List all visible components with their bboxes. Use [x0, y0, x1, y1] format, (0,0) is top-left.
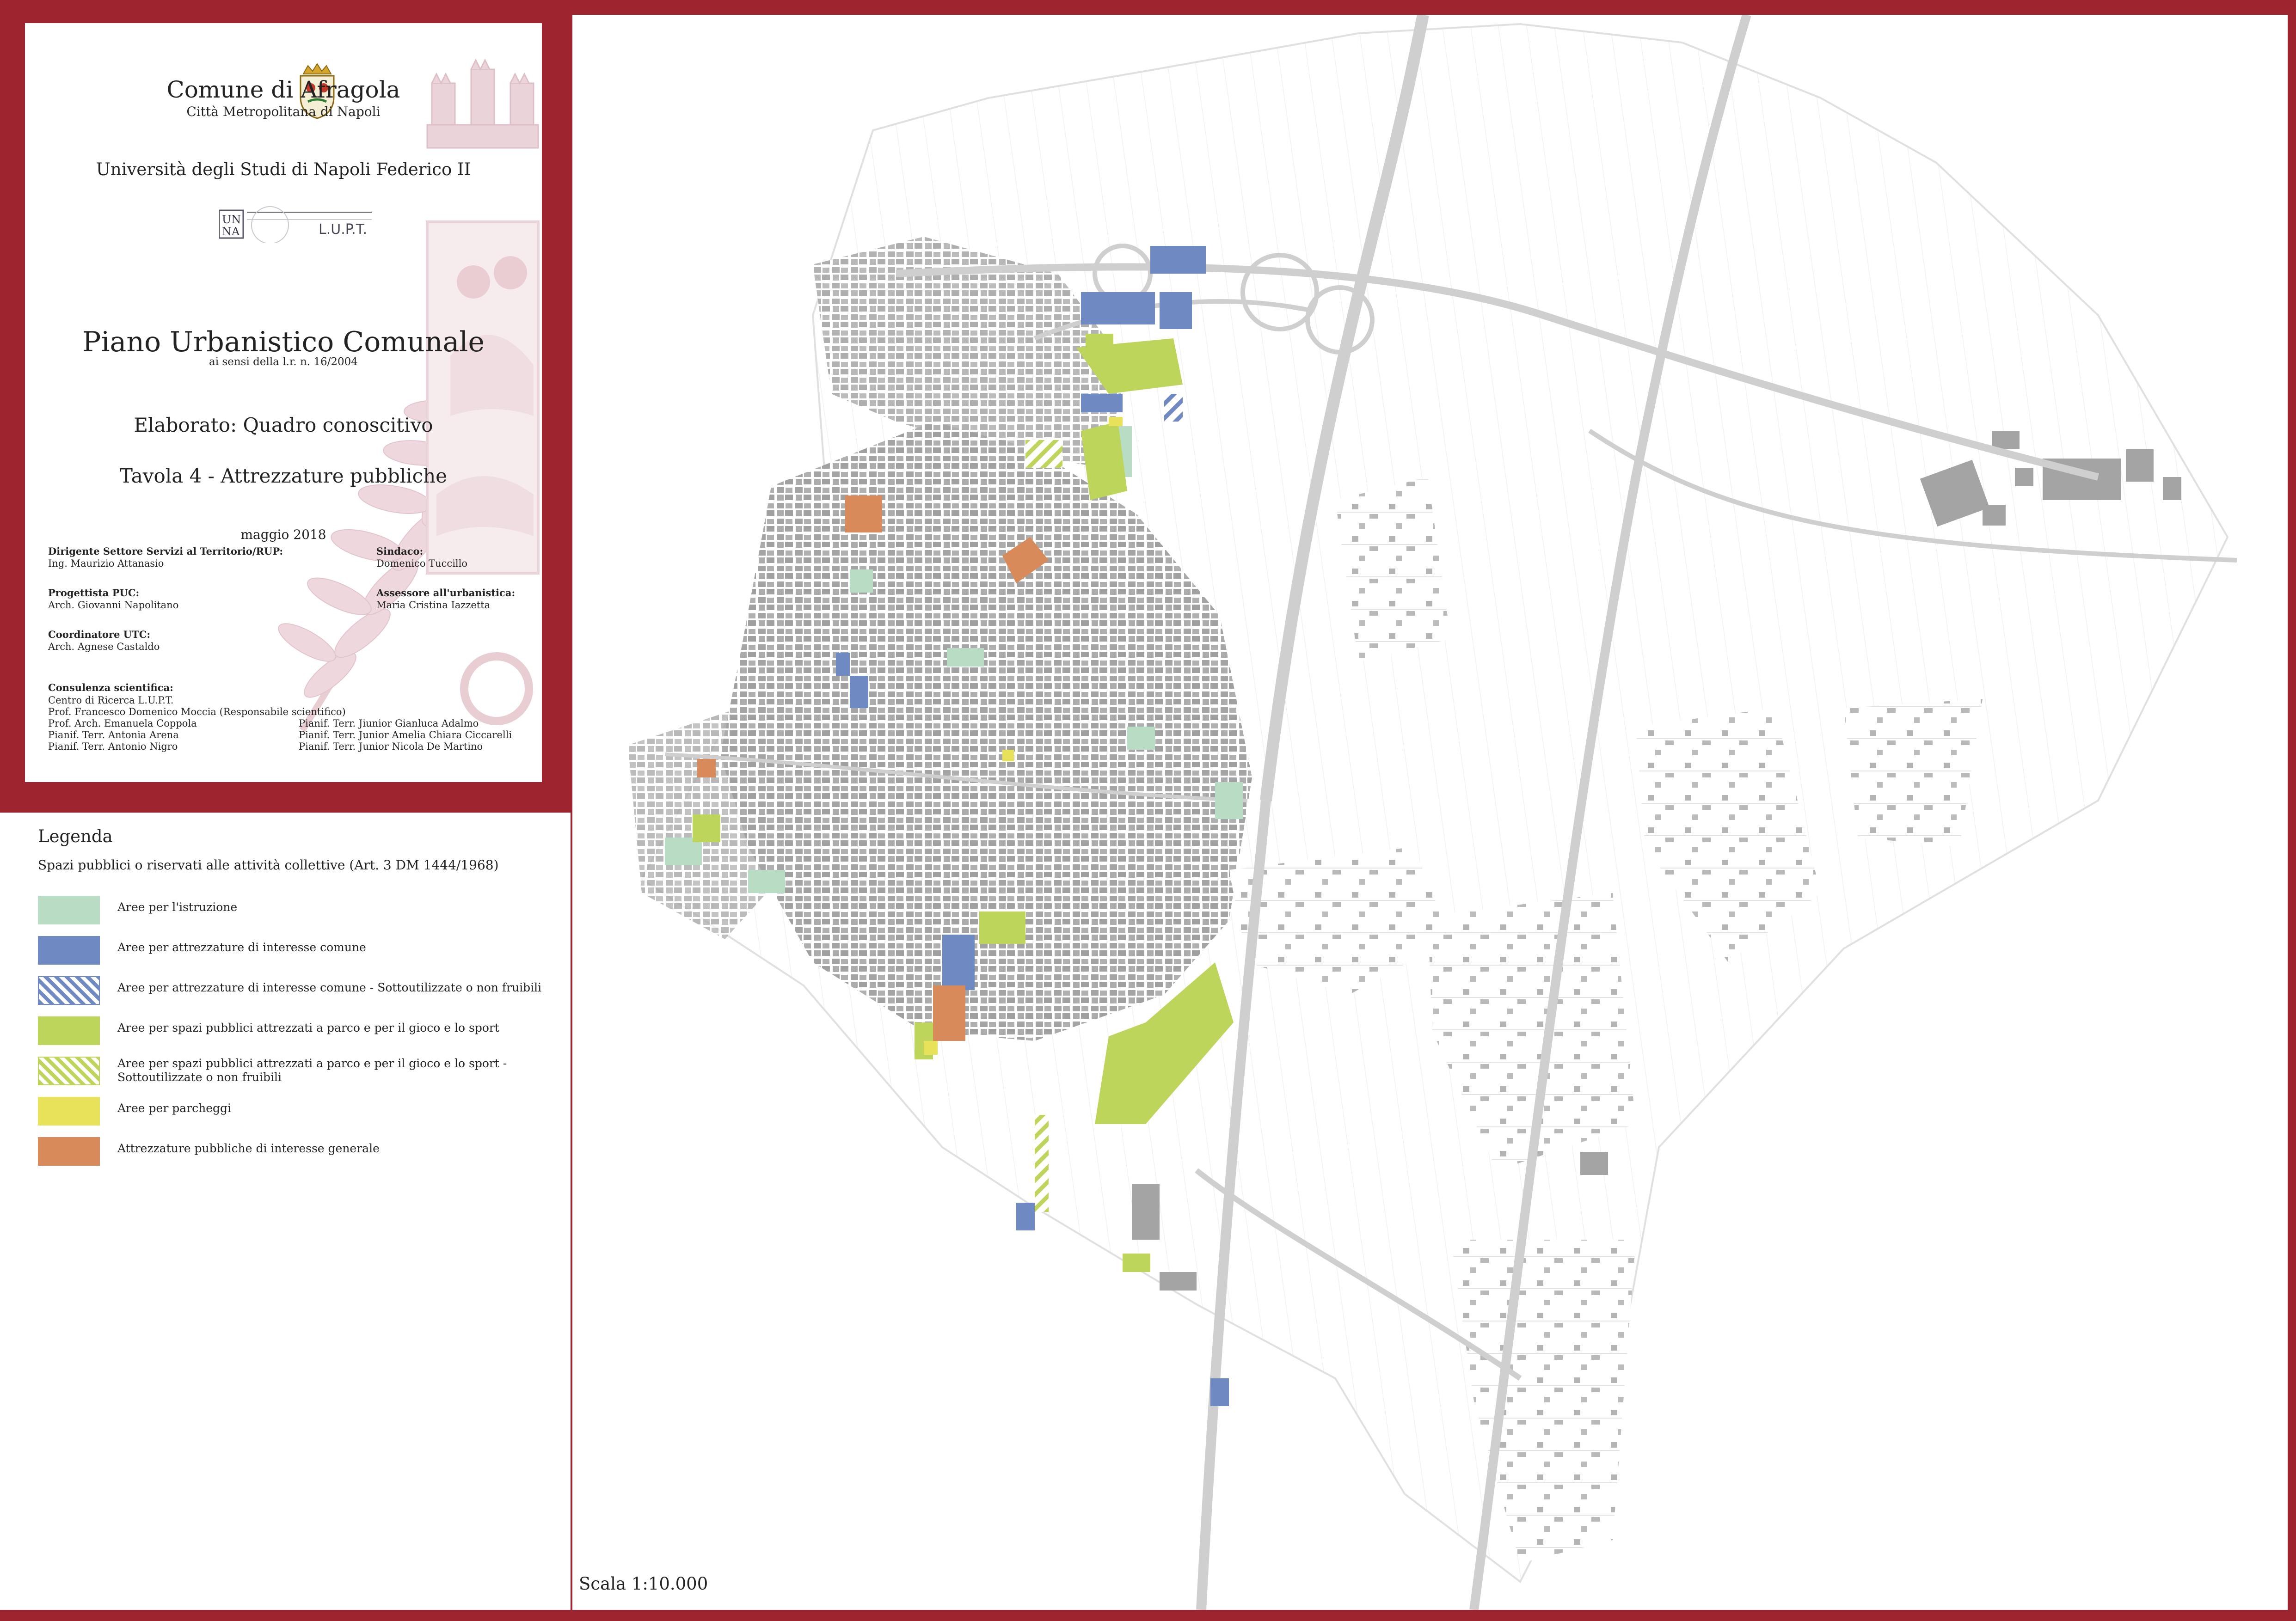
- credit-name: Arch. Giovanni Napolitano: [48, 599, 179, 611]
- zone-interesse-generale[interactable]: [845, 495, 882, 532]
- credit-name: Domenico Tuccillo: [376, 558, 467, 569]
- elaborato-label: Elaborato: Quadro conoscitivo: [134, 414, 433, 436]
- legend-swatch: [38, 896, 100, 924]
- zone-interesse-comune[interactable]: [1081, 394, 1123, 412]
- legend-panel: [0, 813, 571, 1610]
- map-panel[interactable]: [572, 15, 2288, 1610]
- credit-dirigente: Dirigente Settore Servizi al Territorio/…: [48, 545, 283, 569]
- legend-item-interesse-generale: Attrezzature pubbliche di interesse gene…: [38, 1137, 560, 1168]
- legend-swatch: [38, 1016, 100, 1045]
- credit-sindaco: Sindaco: Domenico Tuccillo: [376, 545, 467, 569]
- legend-label: Aree per spazi pubblici attrezzati a par…: [117, 1057, 507, 1084]
- consulenza-line: Pianif. Terr. Antonia Arena: [48, 729, 179, 740]
- legend-label: Aree per attrezzature di interesse comun…: [117, 981, 542, 994]
- legend-label: Aree per l'istruzione: [117, 900, 238, 914]
- credit-coordinatore: Coordinatore UTC: Arch. Agnese Castaldo: [48, 629, 160, 653]
- zone-interesse-comune[interactable]: [1210, 1378, 1229, 1406]
- legend-label: Aree per attrezzature di interesse comun…: [117, 941, 366, 954]
- consulenza-line: Centro di Ricerca L.U.P.T.: [48, 695, 174, 706]
- zone-istruzione[interactable]: [850, 569, 873, 593]
- legend-swatch: [38, 936, 100, 965]
- legend-label: Aree per parcheggi: [117, 1101, 231, 1115]
- scale-label: Scala 1:10.000: [579, 1574, 708, 1594]
- legend-item-istruzione: Aree per l'istruzione: [38, 896, 560, 926]
- credit-name: Maria Cristina Iazzetta: [376, 599, 491, 611]
- lupt-logo-text: L.U.P.T.: [319, 221, 367, 238]
- credit-consulenza: Consulenza scientifica:: [48, 682, 173, 694]
- svg-text:UN: UN: [222, 213, 241, 226]
- credit-role: Sindaco:: [376, 545, 424, 557]
- credit-role: Coordinatore UTC:: [48, 629, 151, 640]
- legend-swatch: [38, 1097, 100, 1126]
- zone-parcheggi[interactable]: [924, 1041, 938, 1055]
- university-name: Università degli Studi di Napoli Federic…: [96, 159, 471, 179]
- credit-assessore: Assessore all'urbanistica: Maria Cristin…: [376, 587, 515, 611]
- credit-name: Ing. Maurizio Attanasio: [48, 558, 164, 569]
- zone-interesse-comune-sottoutilizzata[interactable]: [1164, 394, 1183, 422]
- zone-istruzione[interactable]: [1127, 727, 1155, 750]
- zone-interesse-comune[interactable]: [1081, 292, 1155, 324]
- svg-text:NA: NA: [222, 225, 240, 238]
- zone-parco-sport-sottoutilizzata[interactable]: [1025, 440, 1062, 468]
- legend-item-parco-sport-sottoutilizzate: Aree per spazi pubblici attrezzati a par…: [38, 1057, 560, 1087]
- consulenza-line: Pianif. Terr. Antonio Nigro: [48, 741, 178, 752]
- map-canvas[interactable]: [572, 15, 2288, 1610]
- tavola-label: Tavola 4 - Attrezzature pubbliche: [119, 465, 448, 487]
- zone-parco-sport[interactable]: [693, 814, 720, 842]
- consulenza-line: Pianif. Terr. Junior Nicola De Martino: [299, 741, 483, 752]
- zone-parco-sport[interactable]: [1123, 1254, 1150, 1272]
- zone-interesse-comune[interactable]: [836, 653, 850, 676]
- plan-title: Piano Urbanistico Comunale: [82, 326, 485, 358]
- zone-interesse-comune[interactable]: [942, 935, 975, 990]
- legend-item-parco-sport: Aree per spazi pubblici attrezzati a par…: [38, 1016, 560, 1047]
- legend-subtitle: Spazi pubblici o riservati alle attività…: [38, 857, 499, 873]
- credit-progettista: Progettista PUC: Arch. Giovanni Napolita…: [48, 587, 178, 611]
- legend-label: Attrezzature pubbliche di interesse gene…: [117, 1142, 380, 1155]
- zone-interesse-comune[interactable]: [850, 676, 868, 708]
- zone-interesse-comune[interactable]: [1016, 1203, 1035, 1230]
- zone-interesse-generale[interactable]: [697, 759, 716, 777]
- credit-role: Assessore all'urbanistica:: [376, 587, 516, 599]
- consulenza-line: Pianif. Terr. Jiunior Gianluca Adalmo: [299, 718, 479, 729]
- comune-title: Comune di Afragola: [166, 76, 400, 103]
- zone-parcheggi[interactable]: [1109, 417, 1123, 426]
- legend-item-interesse-comune: Aree per attrezzature di interesse comun…: [38, 936, 560, 966]
- legend-swatch: [38, 1137, 100, 1166]
- citta-metropolitana: Città Metropolitana di Napoli: [186, 104, 381, 119]
- legend-title: Legenda: [38, 826, 113, 846]
- zone-parco-sport-sottoutilizzata[interactable]: [1035, 1115, 1049, 1212]
- lupt-logo: UN NA L.U.P.T.: [218, 206, 376, 244]
- consulenza-line: Prof. Francesco Domenico Moccia (Respons…: [48, 706, 346, 717]
- legend-swatch: [38, 1057, 100, 1085]
- plan-subtitle: ai sensi della l.r. n. 16/2004: [209, 356, 358, 368]
- credit-role: Consulenza scientifica:: [48, 682, 173, 693]
- credit-name: Arch. Agnese Castaldo: [48, 641, 160, 652]
- legend-item-parcheggi: Aree per parcheggi: [38, 1097, 560, 1127]
- date-label: maggio 2018: [240, 527, 326, 542]
- legend-item-interesse-comune-sottoutilizzate: Aree per attrezzature di interesse comun…: [38, 976, 560, 1007]
- zone-istruzione[interactable]: [748, 870, 785, 893]
- zone-interesse-comune[interactable]: [1160, 292, 1192, 329]
- credit-role: Dirigente Settore Servizi al Territorio/…: [48, 545, 283, 557]
- zone-istruzione[interactable]: [947, 648, 984, 667]
- zone-interesse-comune[interactable]: [1150, 246, 1206, 274]
- credit-role: Progettista PUC:: [48, 587, 140, 599]
- consulenza-line: Pianif. Terr. Junior Amelia Chiara Cicca…: [299, 729, 512, 740]
- legend-label: Aree per spazi pubblici attrezzati a par…: [117, 1021, 499, 1034]
- legend-swatch: [38, 976, 100, 1005]
- sparse-settlement: [1844, 699, 1983, 847]
- zone-parco-sport[interactable]: [979, 911, 1025, 944]
- title-panel: Comune di Afragola Città Metropolitana d…: [25, 23, 542, 782]
- zone-istruzione[interactable]: [1215, 782, 1243, 819]
- consulenza-line: Prof. Arch. Emanuela Coppola: [48, 718, 197, 729]
- zone-interesse-generale[interactable]: [933, 985, 965, 1041]
- zone-parcheggi[interactable]: [1002, 750, 1014, 761]
